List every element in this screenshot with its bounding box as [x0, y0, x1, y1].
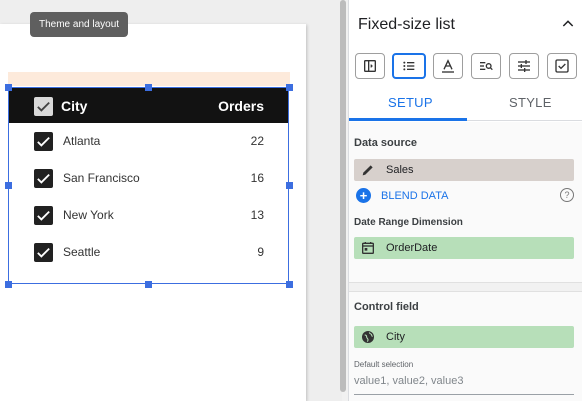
properties-panel: Fixed-size list SETUP STYLE Data source …	[348, 0, 582, 401]
checkbox-button[interactable]	[547, 53, 577, 79]
item-checkbox[interactable]	[34, 132, 53, 151]
fixed-size-list-widget[interactable]: City Orders Atlanta 22 San Francisco 16 …	[8, 87, 289, 284]
resize-handle[interactable]	[145, 281, 152, 288]
item-value: 13	[250, 208, 264, 222]
default-selection-underline	[354, 394, 574, 395]
date-range-field: OrderDate	[386, 242, 438, 254]
text-format-icon	[442, 59, 454, 73]
item-label: Seattle	[63, 245, 101, 259]
help-icon[interactable]: ?	[560, 188, 574, 202]
active-tab-indicator	[349, 118, 467, 121]
item-checkbox[interactable]	[34, 206, 53, 225]
add-icon: +	[356, 188, 371, 203]
resize-handle[interactable]	[5, 281, 12, 288]
edit-pencil-icon[interactable]	[360, 162, 376, 178]
calendar-icon	[362, 242, 374, 254]
control-field-chip[interactable]: City	[354, 326, 574, 348]
check-icon	[37, 173, 50, 184]
item-value: 22	[250, 134, 264, 148]
panel-title: Fixed-size list	[358, 16, 455, 33]
resize-handle[interactable]	[286, 84, 293, 91]
data-source-name: Sales	[386, 164, 414, 176]
component-type-toolbar	[355, 53, 577, 79]
data-source-chip[interactable]: Sales	[354, 159, 574, 181]
blend-data-row[interactable]: + BLEND DATA ?	[354, 187, 574, 205]
tune-button[interactable]	[509, 53, 539, 79]
item-label: New York	[63, 208, 114, 222]
text-format-button[interactable]	[433, 53, 463, 79]
layout-button[interactable]	[355, 53, 385, 79]
tab-style[interactable]: STYLE	[509, 95, 552, 110]
search-list-button[interactable]	[471, 53, 501, 79]
item-checkbox[interactable]	[34, 169, 53, 188]
list-item[interactable]: New York 13	[9, 197, 288, 234]
theme-layout-tooltip: Theme and layout	[30, 12, 129, 37]
list-header-dimension: City	[61, 98, 88, 114]
search-list-icon	[480, 62, 493, 71]
list-item[interactable]: Seattle 9	[9, 234, 288, 271]
item-value: 9	[257, 245, 264, 259]
default-selection-label: Default selection	[354, 360, 414, 369]
tab-setup[interactable]: SETUP	[388, 95, 433, 110]
check-icon	[37, 101, 50, 112]
blend-data-link[interactable]: BLEND DATA	[381, 190, 448, 202]
date-range-label: Date Range Dimension	[354, 217, 463, 228]
tune-icon	[518, 60, 530, 72]
resize-handle[interactable]	[5, 84, 12, 91]
canvas-scrollbar[interactable]	[340, 0, 346, 392]
default-selection-input[interactable]: value1, value2, value3	[354, 375, 463, 387]
section-divider	[349, 282, 582, 292]
resize-handle[interactable]	[286, 182, 293, 189]
select-all-checkbox[interactable]	[34, 97, 53, 116]
check-icon	[37, 247, 50, 258]
list-item[interactable]: San Francisco 16	[9, 160, 288, 197]
resize-handle[interactable]	[145, 84, 152, 91]
checkbox-icon	[555, 59, 569, 73]
date-range-chip[interactable]: OrderDate	[354, 237, 574, 259]
control-field-name: City	[386, 331, 405, 343]
list-icon	[403, 61, 415, 71]
data-source-label: Data source	[354, 137, 417, 149]
list-header-metric: Orders	[218, 98, 264, 114]
item-value: 16	[250, 171, 264, 185]
panel-tabs: SETUP STYLE	[349, 86, 582, 121]
resize-handle[interactable]	[286, 281, 293, 288]
list-button[interactable]	[392, 53, 426, 79]
chevron-up-icon[interactable]	[560, 16, 576, 32]
list-header: City Orders	[9, 88, 288, 123]
resize-handle[interactable]	[5, 182, 12, 189]
globe-icon	[362, 331, 374, 343]
list-item[interactable]: Atlanta 22	[9, 123, 288, 160]
app-root: Theme and layout City Orders Atlanta 22 …	[0, 0, 582, 401]
check-icon	[37, 136, 50, 147]
check-icon	[37, 210, 50, 221]
layout-icon	[364, 60, 376, 72]
item-label: San Francisco	[63, 171, 140, 185]
item-label: Atlanta	[63, 134, 101, 148]
control-field-label: Control field	[354, 301, 419, 313]
item-checkbox[interactable]	[34, 243, 53, 262]
